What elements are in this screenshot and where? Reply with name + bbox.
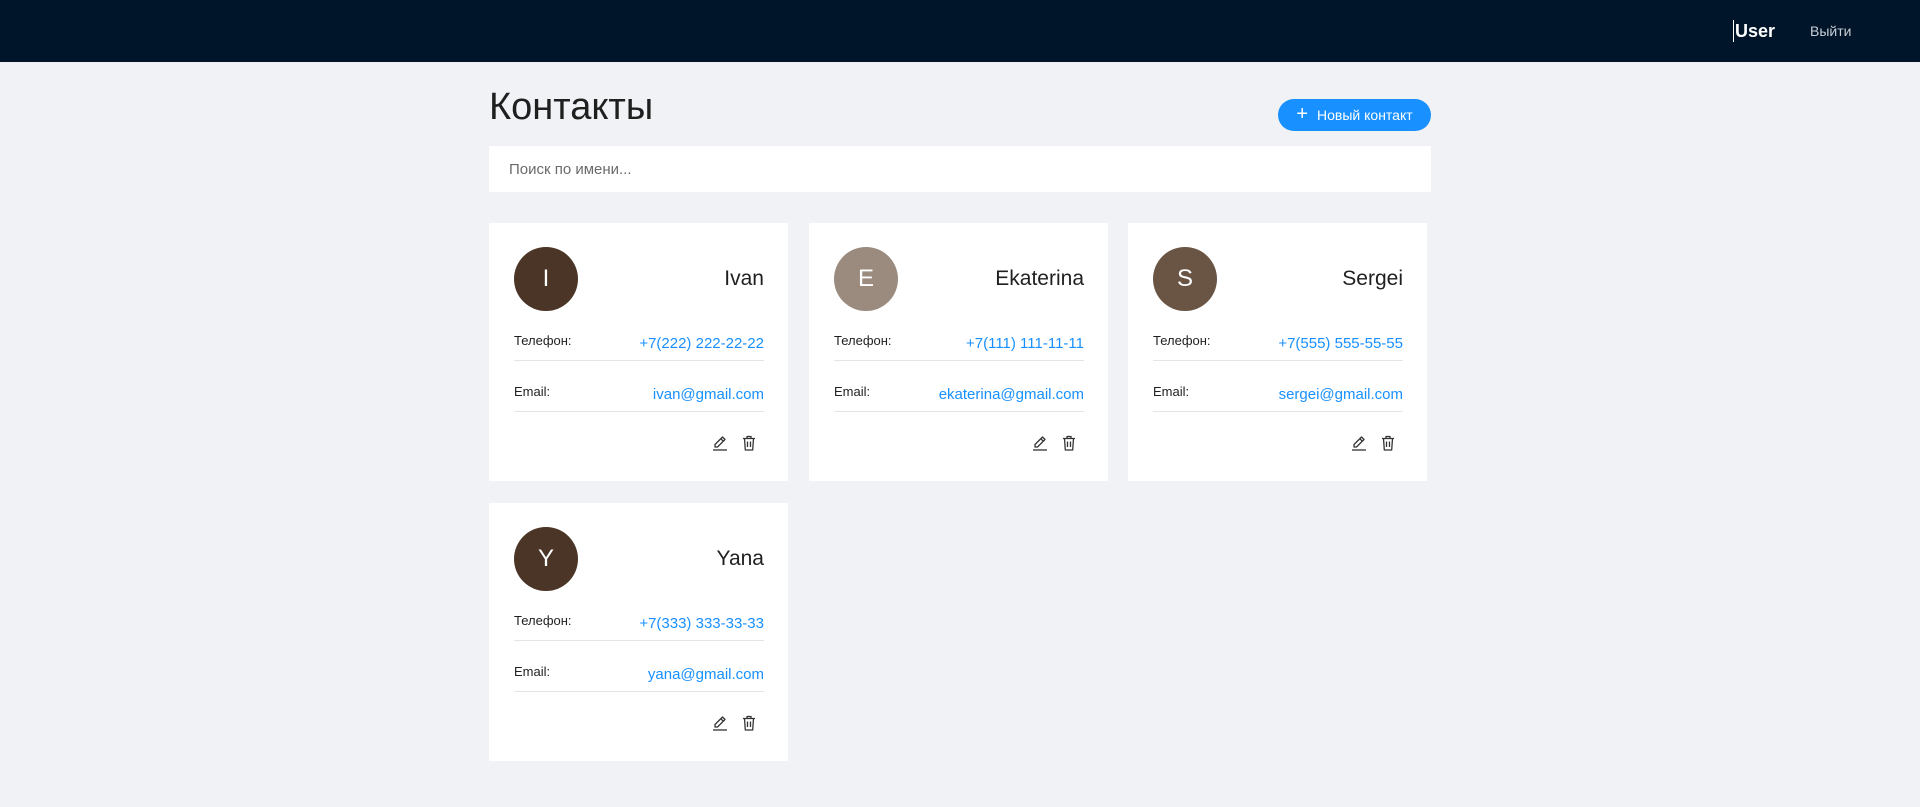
phone-label: Телефон: <box>514 333 572 348</box>
phone-link[interactable]: +7(222) 222-22-22 <box>639 335 764 352</box>
phone-link[interactable]: +7(555) 555-55-55 <box>1278 335 1403 352</box>
phone-link[interactable]: +7(333) 333-33-33 <box>639 615 764 632</box>
phone-row: Телефон: +7(222) 222-22-22 <box>514 329 764 361</box>
search-input[interactable] <box>489 146 1431 192</box>
email-link[interactable]: yana@gmail.com <box>648 666 764 683</box>
page-title: Контакты <box>489 86 654 128</box>
card-actions <box>711 434 758 452</box>
email-label: Email: <box>1153 384 1190 399</box>
new-contact-button[interactable]: + Новый контакт <box>1278 99 1431 131</box>
phone-row: Телефон: +7(111) 111-11-11 <box>834 329 1084 361</box>
contact-card: I Ivan Телефон: +7(222) 222-22-22 Email:… <box>489 223 788 481</box>
email-label: Email: <box>834 384 871 399</box>
contact-card: Y Yana Телефон: +7(333) 333-33-33 Email:… <box>489 503 788 761</box>
card-actions <box>711 714 758 732</box>
avatar: Y <box>514 527 578 591</box>
user-name: User <box>1733 20 1776 42</box>
email-label: Email: <box>514 384 551 399</box>
email-link[interactable]: sergei@gmail.com <box>1279 386 1403 403</box>
email-row: Email: yana@gmail.com <box>514 660 764 692</box>
delete-icon[interactable] <box>1379 434 1397 452</box>
contact-card: S Sergei Телефон: +7(555) 555-55-55 Emai… <box>1128 223 1427 481</box>
delete-icon[interactable] <box>740 434 758 452</box>
edit-icon[interactable] <box>711 714 729 732</box>
email-row: Email: sergei@gmail.com <box>1153 380 1403 412</box>
card-actions <box>1031 434 1078 452</box>
phone-link[interactable]: +7(111) 111-11-11 <box>966 335 1084 352</box>
top-navbar: User Выйти <box>0 0 1920 62</box>
card-actions <box>1350 434 1397 452</box>
email-link[interactable]: ivan@gmail.com <box>653 386 764 403</box>
phone-row: Телефон: +7(333) 333-33-33 <box>514 609 764 641</box>
phone-row: Телефон: +7(555) 555-55-55 <box>1153 329 1403 361</box>
delete-icon[interactable] <box>740 714 758 732</box>
email-row: Email: ivan@gmail.com <box>514 380 764 412</box>
delete-icon[interactable] <box>1060 434 1078 452</box>
edit-icon[interactable] <box>1350 434 1368 452</box>
new-contact-label: Новый контакт <box>1317 107 1413 123</box>
email-row: Email: ekaterina@gmail.com <box>834 380 1084 412</box>
email-label: Email: <box>514 664 551 679</box>
logout-link[interactable]: Выйти <box>1810 21 1851 41</box>
phone-label: Телефон: <box>514 613 572 628</box>
contact-name: Ekaterina <box>995 267 1084 290</box>
contact-name: Sergei <box>1342 267 1403 290</box>
phone-label: Телефон: <box>834 333 892 348</box>
phone-label: Телефон: <box>1153 333 1211 348</box>
email-link[interactable]: ekaterina@gmail.com <box>939 386 1084 403</box>
edit-icon[interactable] <box>711 434 729 452</box>
plus-icon: + <box>1296 103 1309 125</box>
avatar: S <box>1153 247 1217 311</box>
contact-card: E Ekaterina Телефон: +7(111) 111-11-11 E… <box>809 223 1108 481</box>
edit-icon[interactable] <box>1031 434 1049 452</box>
avatar: I <box>514 247 578 311</box>
contact-name: Ivan <box>724 267 764 290</box>
avatar: E <box>834 247 898 311</box>
contact-name: Yana <box>716 547 765 570</box>
